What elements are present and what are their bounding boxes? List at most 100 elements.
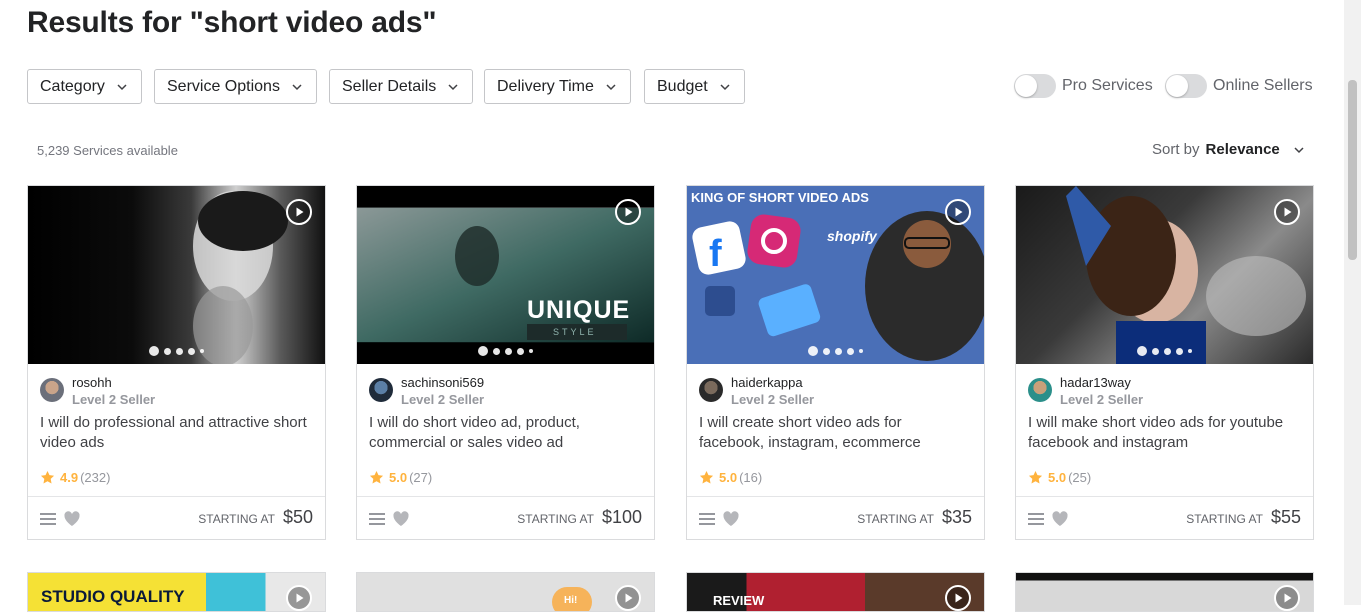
gig-price[interactable]: STARTING AT $35 <box>857 507 972 528</box>
gig-title[interactable]: I will create short video ads for facebo… <box>699 413 969 453</box>
menu-icon[interactable] <box>368 510 386 528</box>
seller-level: Level 2 Seller <box>731 392 815 407</box>
gig-rating: 5.0 (16) <box>699 470 762 485</box>
gig-card-partial[interactable]: STUDIO QUALITY <box>27 572 326 612</box>
gig-rating: 4.9 (232) <box>40 470 110 485</box>
star-icon <box>40 470 55 484</box>
filter-label: Budget <box>657 77 708 95</box>
heart-icon[interactable] <box>392 510 410 528</box>
gig-title[interactable]: I will make short video ads for youtube … <box>1028 413 1298 453</box>
seller-info: rosohh Level 2 Seller <box>40 375 155 409</box>
price-value: $55 <box>1270 507 1301 527</box>
pro-services-toggle[interactable] <box>1014 74 1056 98</box>
sort-dropdown[interactable]: Sort by Relevance <box>1152 141 1306 158</box>
gig-thumbnail[interactable]: f KING OF SHORT VIDEO ADS shopify <box>687 186 984 364</box>
filter-label: Seller Details <box>342 77 437 95</box>
gig-price[interactable]: STARTING AT $50 <box>198 507 313 528</box>
review-count: (27) <box>409 470 433 485</box>
seller-name[interactable]: hadar13way <box>1060 375 1143 391</box>
review-count: (232) <box>80 470 111 485</box>
starting-at-label: STARTING AT <box>1186 512 1263 526</box>
seller-name[interactable]: haiderkappa <box>731 375 814 391</box>
gig-card-partial[interactable]: REVIEW <box>686 572 985 612</box>
filter-seller-details[interactable]: Seller Details <box>329 69 474 104</box>
gig-thumbnail[interactable] <box>1016 186 1313 364</box>
review-count: (16) <box>739 470 763 485</box>
play-icon[interactable] <box>945 199 971 225</box>
starting-at-label: STARTING AT <box>198 512 275 526</box>
play-icon[interactable] <box>945 585 971 611</box>
gig-card[interactable]: UNIQUE STYLE sachinsoni569 Level 2 Selle… <box>356 185 655 540</box>
chevron-down-icon <box>290 80 304 94</box>
pro-services-toggle-group: Pro Services <box>1014 74 1153 98</box>
carousel-dots[interactable] <box>687 346 984 356</box>
filter-budget[interactable]: Budget <box>644 69 745 104</box>
menu-icon[interactable] <box>1027 510 1045 528</box>
play-icon[interactable] <box>1274 585 1300 611</box>
gig-price[interactable]: STARTING AT $100 <box>517 507 642 528</box>
heart-icon[interactable] <box>1051 510 1069 528</box>
carousel-dots[interactable] <box>1016 346 1313 356</box>
starting-at-label: STARTING AT <box>857 512 934 526</box>
gig-thumbnail[interactable]: UNIQUE STYLE <box>357 186 654 364</box>
gig-card[interactable]: hadar13way Level 2 Seller I will make sh… <box>1015 185 1314 540</box>
chevron-down-icon <box>604 80 618 94</box>
avatar[interactable] <box>699 378 723 402</box>
avatar[interactable] <box>369 378 393 402</box>
seller-info: sachinsoni569 Level 2 Seller <box>369 375 484 409</box>
gig-card-partial[interactable]: Hi! <box>356 572 655 612</box>
gig-footer: STARTING AT $55 <box>1016 496 1313 541</box>
seller-name[interactable]: rosohh <box>72 375 155 391</box>
gig-card-partial[interactable] <box>1015 572 1314 612</box>
gig-footer: STARTING AT $35 <box>687 496 984 541</box>
play-icon[interactable] <box>615 585 641 611</box>
star-icon <box>699 470 714 484</box>
play-icon[interactable] <box>615 199 641 225</box>
gig-card[interactable]: rosohh Level 2 Seller I will do professi… <box>27 185 326 540</box>
play-icon[interactable] <box>1274 199 1300 225</box>
filter-label: Delivery Time <box>497 77 594 95</box>
play-icon[interactable] <box>286 585 312 611</box>
menu-icon[interactable] <box>698 510 716 528</box>
avatar[interactable] <box>40 378 64 402</box>
gig-price[interactable]: STARTING AT $55 <box>1186 507 1301 528</box>
price-value: $35 <box>941 507 972 527</box>
seller-info: haiderkappa Level 2 Seller <box>699 375 814 409</box>
seller-level: Level 2 Seller <box>1060 392 1144 407</box>
seller-level: Level 2 Seller <box>72 392 156 407</box>
thumbnail-text: KING OF SHORT VIDEO ADS <box>691 190 869 205</box>
rating-value: 5.0 <box>389 470 408 485</box>
pro-services-label: Pro Services <box>1062 77 1153 94</box>
chevron-down-icon <box>1292 143 1306 157</box>
gig-card[interactable]: f KING OF SHORT VIDEO ADS shopify haider… <box>686 185 985 540</box>
play-icon[interactable] <box>286 199 312 225</box>
online-sellers-toggle-group: Online Sellers <box>1165 74 1313 98</box>
seller-name[interactable]: sachinsoni569 <box>401 375 484 391</box>
gig-thumbnail[interactable] <box>28 186 325 364</box>
gig-footer: STARTING AT $50 <box>28 496 325 541</box>
menu-icon[interactable] <box>39 510 57 528</box>
carousel-dots[interactable] <box>357 346 654 356</box>
scrollbar-thumb[interactable] <box>1348 80 1357 260</box>
filter-category[interactable]: Category <box>27 69 142 104</box>
review-count: (25) <box>1068 470 1092 485</box>
price-value: $50 <box>282 507 313 527</box>
thumbnail-subtext: shopify <box>827 228 877 244</box>
online-sellers-toggle[interactable] <box>1165 74 1207 98</box>
carousel-dots[interactable] <box>28 346 325 356</box>
page-scrollbar[interactable] <box>1344 0 1361 605</box>
seller-level: Level 2 Seller <box>401 392 485 407</box>
rating-value: 5.0 <box>719 470 738 485</box>
star-icon <box>1028 470 1043 484</box>
avatar[interactable] <box>1028 378 1052 402</box>
gig-title[interactable]: I will do short video ad, product, comme… <box>369 413 639 453</box>
heart-icon[interactable] <box>63 510 81 528</box>
filter-delivery-time[interactable]: Delivery Time <box>484 69 631 104</box>
filter-service-options[interactable]: Service Options <box>154 69 317 104</box>
heart-icon[interactable] <box>722 510 740 528</box>
gig-rating: 5.0 (27) <box>369 470 432 485</box>
thumbnail-text: STUDIO QUALITY <box>41 587 185 606</box>
thumbnail-text: UNIQUE <box>527 296 631 324</box>
services-count: 5,239 Services available <box>37 143 178 158</box>
gig-title[interactable]: I will do professional and attractive sh… <box>40 413 310 453</box>
